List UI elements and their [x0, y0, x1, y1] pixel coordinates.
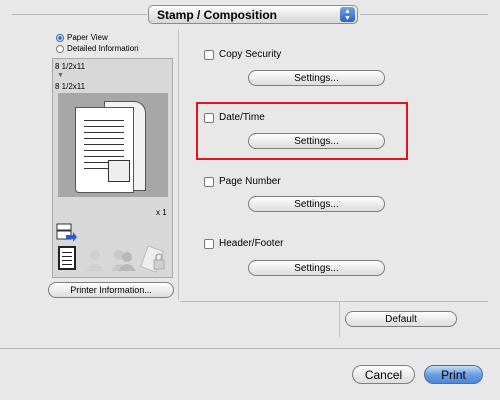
- header-footer-label: Header/Footer: [219, 238, 284, 249]
- checkbox-icon: [204, 49, 214, 60]
- page-number-checkbox[interactable]: Page Number: [204, 176, 281, 187]
- header-footer-settings-button[interactable]: Settings...: [248, 260, 385, 276]
- lock-document-icon: [140, 245, 168, 277]
- original-paper-size: 8 1/2x11: [55, 62, 86, 71]
- copy-security-checkbox[interactable]: Copy Security: [204, 49, 281, 60]
- default-divider: [339, 301, 340, 337]
- date-time-label: Date/Time: [219, 112, 265, 123]
- cancel-button[interactable]: Cancel: [352, 365, 415, 384]
- document-icon: [58, 246, 76, 270]
- checkbox-icon: [204, 112, 214, 123]
- page-front-icon: [75, 107, 134, 193]
- user-icon: [84, 248, 106, 275]
- detailed-information-label: Detailed Information: [67, 44, 139, 53]
- top-separator-left: [12, 14, 147, 15]
- copy-security-label: Copy Security: [219, 49, 282, 60]
- column-separator: [178, 30, 179, 300]
- down-arrow-icon: ▼: [57, 72, 64, 79]
- radio-unselected-icon: [56, 44, 64, 53]
- print-button[interactable]: Print: [424, 365, 483, 384]
- page-number-settings-button[interactable]: Settings...: [248, 196, 385, 212]
- header-footer-checkbox[interactable]: Header/Footer: [204, 238, 283, 249]
- radio-selected-icon: [56, 33, 64, 42]
- detailed-information-radio[interactable]: Detailed Information: [56, 44, 139, 53]
- checkbox-icon: [204, 238, 214, 249]
- stamp-composition-popup[interactable]: Stamp / Composition ▲ ▼: [148, 5, 358, 24]
- popup-label: Stamp / Composition: [157, 7, 277, 22]
- date-time-checkbox[interactable]: Date/Time: [204, 112, 265, 123]
- output-paper-size: 8 1/2x11: [55, 82, 86, 91]
- copies-count: x 1: [156, 208, 167, 217]
- printer-information-button[interactable]: Printer Information...: [48, 282, 174, 298]
- group-icon: [110, 248, 136, 275]
- page-preview: [58, 93, 168, 197]
- checkbox-icon: [204, 176, 214, 187]
- default-separator: [180, 301, 488, 302]
- top-separator-right: [360, 14, 488, 15]
- date-time-settings-button[interactable]: Settings...: [248, 133, 385, 149]
- date-time-highlight: [196, 102, 408, 160]
- paper-view-radio[interactable]: Paper View: [56, 33, 108, 42]
- page-number-label: Page Number: [219, 176, 281, 187]
- bottom-separator: [0, 348, 500, 349]
- popup-arrows-icon: ▲ ▼: [340, 7, 355, 22]
- paper-view-label: Paper View: [67, 33, 108, 42]
- copy-security-settings-button[interactable]: Settings...: [248, 70, 385, 86]
- output-tray-icon: [56, 223, 77, 242]
- default-button[interactable]: Default: [345, 311, 457, 327]
